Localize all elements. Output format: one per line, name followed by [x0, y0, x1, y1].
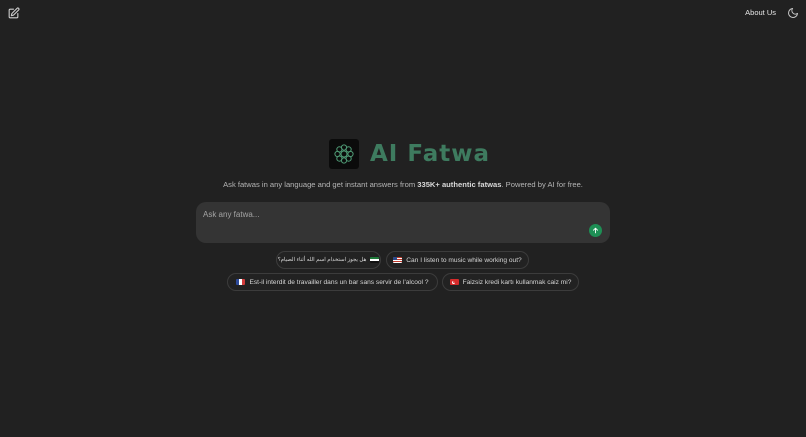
- suggestion-text: Est-il interdit de travailler dans un ba…: [249, 278, 429, 286]
- moon-icon[interactable]: [787, 7, 799, 19]
- tagline: Ask fatwas in any language and get insta…: [0, 180, 806, 189]
- suggestion-text: هل يجوز استخدام اسم الله أثناء الصيام؟: [277, 257, 367, 263]
- send-button[interactable]: [589, 224, 602, 237]
- turkey-flag-icon: [449, 279, 459, 285]
- about-us-link[interactable]: About Us: [745, 8, 776, 17]
- us-flag-icon: [393, 257, 403, 263]
- new-chat-icon[interactable]: [7, 7, 20, 20]
- arabic-flag-icon: [370, 257, 380, 263]
- france-flag-icon: [236, 279, 246, 285]
- tagline-suffix: . Powered by AI for free.: [501, 180, 583, 189]
- logo-emblem-icon: [329, 139, 359, 169]
- brand-name: AI Fatwa: [370, 141, 491, 167]
- suggestion-chip-french[interactable]: Est-il interdit de travailler dans un ba…: [227, 273, 438, 291]
- tagline-highlight: 335K+ authentic fatwas: [417, 180, 502, 189]
- suggestion-chip-arabic[interactable]: هل يجوز استخدام اسم الله أثناء الصيام؟: [276, 251, 381, 269]
- suggestion-text: Faizsiz kredi kartı kullanmak caiz mi?: [462, 278, 572, 286]
- brand-logo: AI Fatwa: [329, 139, 490, 169]
- ask-box: [196, 202, 610, 243]
- arrow-up-icon: [592, 227, 599, 234]
- search-input[interactable]: [203, 207, 563, 221]
- top-bar: About Us: [0, 0, 806, 26]
- suggestion-chip-music[interactable]: Can I listen to music while working out?: [386, 251, 529, 269]
- suggestion-text: Can I listen to music while working out?: [406, 256, 522, 264]
- suggestion-chip-turkish[interactable]: Faizsiz kredi kartı kullanmak caiz mi?: [442, 273, 579, 291]
- tagline-text: Ask fatwas in any language and get insta…: [223, 180, 418, 189]
